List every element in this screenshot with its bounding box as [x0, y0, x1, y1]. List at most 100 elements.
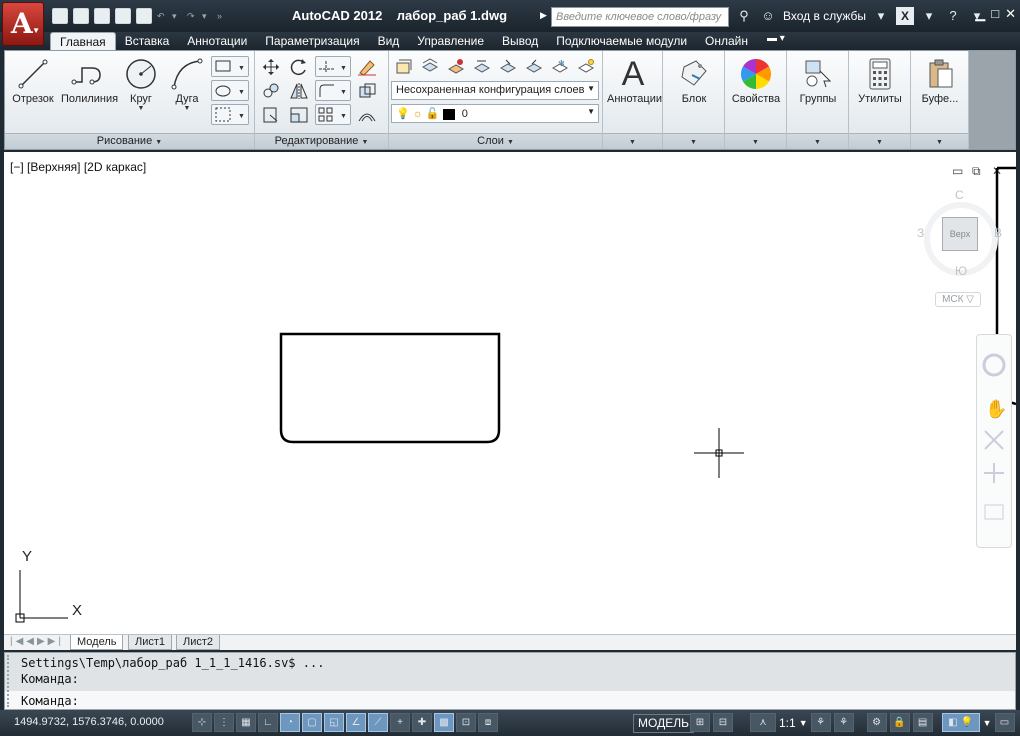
groups-panel-expand[interactable]: ▼ — [787, 133, 848, 149]
chevron-down-icon[interactable]: ▾ — [202, 8, 212, 24]
minimize-icon[interactable]: ▁ — [975, 6, 985, 22]
annotations-button[interactable]: A Аннотации — [607, 55, 662, 106]
layer-unisolate-icon[interactable] — [523, 56, 545, 77]
ribbon-minimize-icon[interactable]: ▬ ▾ — [757, 32, 795, 50]
tab-output[interactable]: Вывод — [493, 32, 547, 50]
snap-mode-icon[interactable]: ⋮ — [214, 713, 234, 732]
ortho-icon[interactable]: ∟ — [258, 713, 278, 732]
tab-manage[interactable]: Управление — [408, 32, 493, 50]
layers-panel-title[interactable]: Слои ▼ — [389, 133, 602, 149]
binoculars-icon[interactable]: ⚲ — [735, 7, 753, 25]
modify-panel-title[interactable]: Редактирование ▼ — [255, 133, 388, 149]
layer-off-icon[interactable] — [575, 56, 597, 77]
search-expand-icon[interactable]: ▶ — [540, 10, 547, 21]
chevron-down-icon[interactable]: ▾ — [920, 7, 938, 25]
tab-view[interactable]: Вид — [369, 32, 409, 50]
boundary-button[interactable]: ▼ — [211, 104, 249, 125]
current-layer-select[interactable]: 💡 ☼ 🔓 0 ▼ — [391, 104, 599, 123]
explode-icon[interactable] — [355, 80, 377, 101]
viewcube-top-face[interactable]: Верх — [942, 217, 978, 251]
object-snap-icon[interactable]: ▢ — [302, 713, 322, 732]
circle-button[interactable]: Круг ▼ — [115, 55, 167, 112]
annotation-scale-icon[interactable]: ⋏ — [750, 713, 776, 732]
compass-west[interactable]: З — [917, 226, 924, 240]
block-panel-expand[interactable]: ▼ — [663, 133, 724, 149]
workspace-switching-icon[interactable]: ⚙ — [866, 713, 887, 732]
search-input[interactable]: Введите ключевое слово/фразу — [551, 7, 729, 27]
new-file-icon[interactable] — [52, 8, 68, 24]
arc-button[interactable]: Дуга ▼ — [161, 55, 213, 112]
annotations-panel-expand[interactable]: ▼ — [603, 133, 662, 149]
line-button[interactable]: Отрезок — [7, 55, 59, 105]
save-icon[interactable] — [94, 8, 110, 24]
offset-icon[interactable] — [355, 104, 377, 125]
tab-online[interactable]: Онлайн — [696, 32, 757, 50]
stretch-icon[interactable] — [259, 104, 281, 125]
print-icon[interactable] — [136, 8, 152, 24]
quick-properties-icon[interactable]: ⊡ — [456, 713, 476, 732]
infer-constraints-icon[interactable]: ⊹ — [192, 713, 212, 732]
chevron-down-icon[interactable]: ▼ — [161, 105, 213, 112]
help-icon[interactable]: ? — [944, 7, 962, 25]
tab-annotate[interactable]: Аннотации — [178, 32, 256, 50]
copy-icon[interactable] — [259, 80, 281, 101]
undo-icon[interactable]: ↶ — [157, 8, 167, 24]
rectangle-button[interactable]: ▼ — [211, 56, 249, 77]
polyline-button[interactable]: Полилиния — [61, 55, 118, 105]
erase-icon[interactable] — [355, 56, 377, 77]
properties-panel-expand[interactable]: ▼ — [725, 133, 786, 149]
layer-isolate-icon[interactable] — [497, 56, 519, 77]
drawing-viewport[interactable]: [−] [Верхняя] [2D каркас] ▭ ⧉ ✕ Y X Верх… — [4, 152, 1016, 634]
quick-view-layouts-icon[interactable]: ⊞ — [690, 713, 710, 732]
lineweight-icon[interactable]: ✚ — [412, 713, 432, 732]
cursor-coordinates[interactable]: 1494.9732, 1576.3746, 0.0000 — [14, 716, 164, 728]
selection-cycling-icon[interactable]: ⧈ — [478, 713, 498, 732]
lock-icon[interactable]: 🔒 — [889, 713, 910, 732]
hardware-acceleration-icon[interactable]: ▤ — [912, 713, 933, 732]
command-window-grip[interactable] — [7, 655, 15, 707]
chevron-down-icon[interactable]: ▾ — [172, 8, 182, 24]
viewcube[interactable]: Верх С Ю З В МСК ▽ — [916, 188, 1006, 314]
mirror-icon[interactable] — [287, 80, 309, 101]
utilities-panel-expand[interactable]: ▼ — [849, 133, 910, 149]
annotation-visibility-icon[interactable]: ⚘ — [810, 713, 831, 732]
tab-model[interactable]: Модель — [70, 635, 124, 650]
3d-object-snap-icon[interactable]: ◱ — [324, 713, 344, 732]
close-icon[interactable]: ✕ — [1005, 6, 1016, 22]
chevron-down-icon[interactable]: ▾ — [872, 7, 890, 25]
clean-screen-icon[interactable]: ▭ — [994, 713, 1015, 732]
array-button[interactable]: ▼ — [315, 104, 351, 125]
isolate-objects-icon[interactable]: ◧ 💡 — [941, 713, 980, 732]
draw-panel-title[interactable]: Рисование ▼ — [5, 133, 254, 149]
layer-match-icon[interactable] — [445, 56, 467, 77]
layer-state-select[interactable]: Несохраненная конфигурация слоев ▼ — [391, 81, 599, 100]
clipboard-panel-expand[interactable]: ▼ — [911, 133, 968, 149]
trim-button[interactable]: ▼ — [315, 56, 351, 77]
annotation-scale-value[interactable]: 1:1 — [779, 716, 796, 730]
dynamic-input-icon[interactable]: + — [390, 713, 410, 732]
tab-parametric[interactable]: Параметризация — [256, 32, 368, 50]
ucs-menu[interactable]: МСК ▽ — [935, 292, 981, 307]
layout-nav-arrows-icon[interactable]: |◀◀▶▶| — [10, 636, 64, 647]
utilities-button[interactable]: Утилиты — [853, 55, 907, 105]
sign-in-link[interactable]: Вход в службы — [783, 9, 866, 23]
tab-plugins[interactable]: Подключаемые модули — [547, 32, 696, 50]
exchange-icon[interactable]: X — [896, 7, 914, 25]
application-menu-button[interactable]: A ▼ — [2, 2, 44, 46]
save-as-icon[interactable] — [115, 8, 131, 24]
compass-east[interactable]: В — [994, 226, 1002, 240]
chevron-down-icon[interactable]: ▼ — [799, 718, 808, 728]
tab-insert[interactable]: Вставка — [116, 32, 179, 50]
layer-freeze-icon[interactable]: ✻ — [549, 56, 571, 77]
tab-sheet1[interactable]: Лист1 — [128, 635, 173, 650]
tab-sheet2[interactable]: Лист2 — [176, 635, 221, 650]
maximize-icon[interactable]: □ — [991, 6, 999, 22]
clipboard-button[interactable]: Буфе... — [913, 55, 967, 105]
compass-north[interactable]: С — [955, 188, 964, 202]
properties-button[interactable]: Свойства — [729, 55, 783, 105]
fillet-button[interactable]: ▼ — [315, 80, 351, 101]
layer-properties-icon[interactable] — [393, 56, 415, 77]
layer-previous-icon[interactable] — [471, 56, 493, 77]
quick-view-drawings-icon[interactable]: ⊟ — [713, 713, 733, 732]
move-icon[interactable] — [259, 56, 281, 77]
